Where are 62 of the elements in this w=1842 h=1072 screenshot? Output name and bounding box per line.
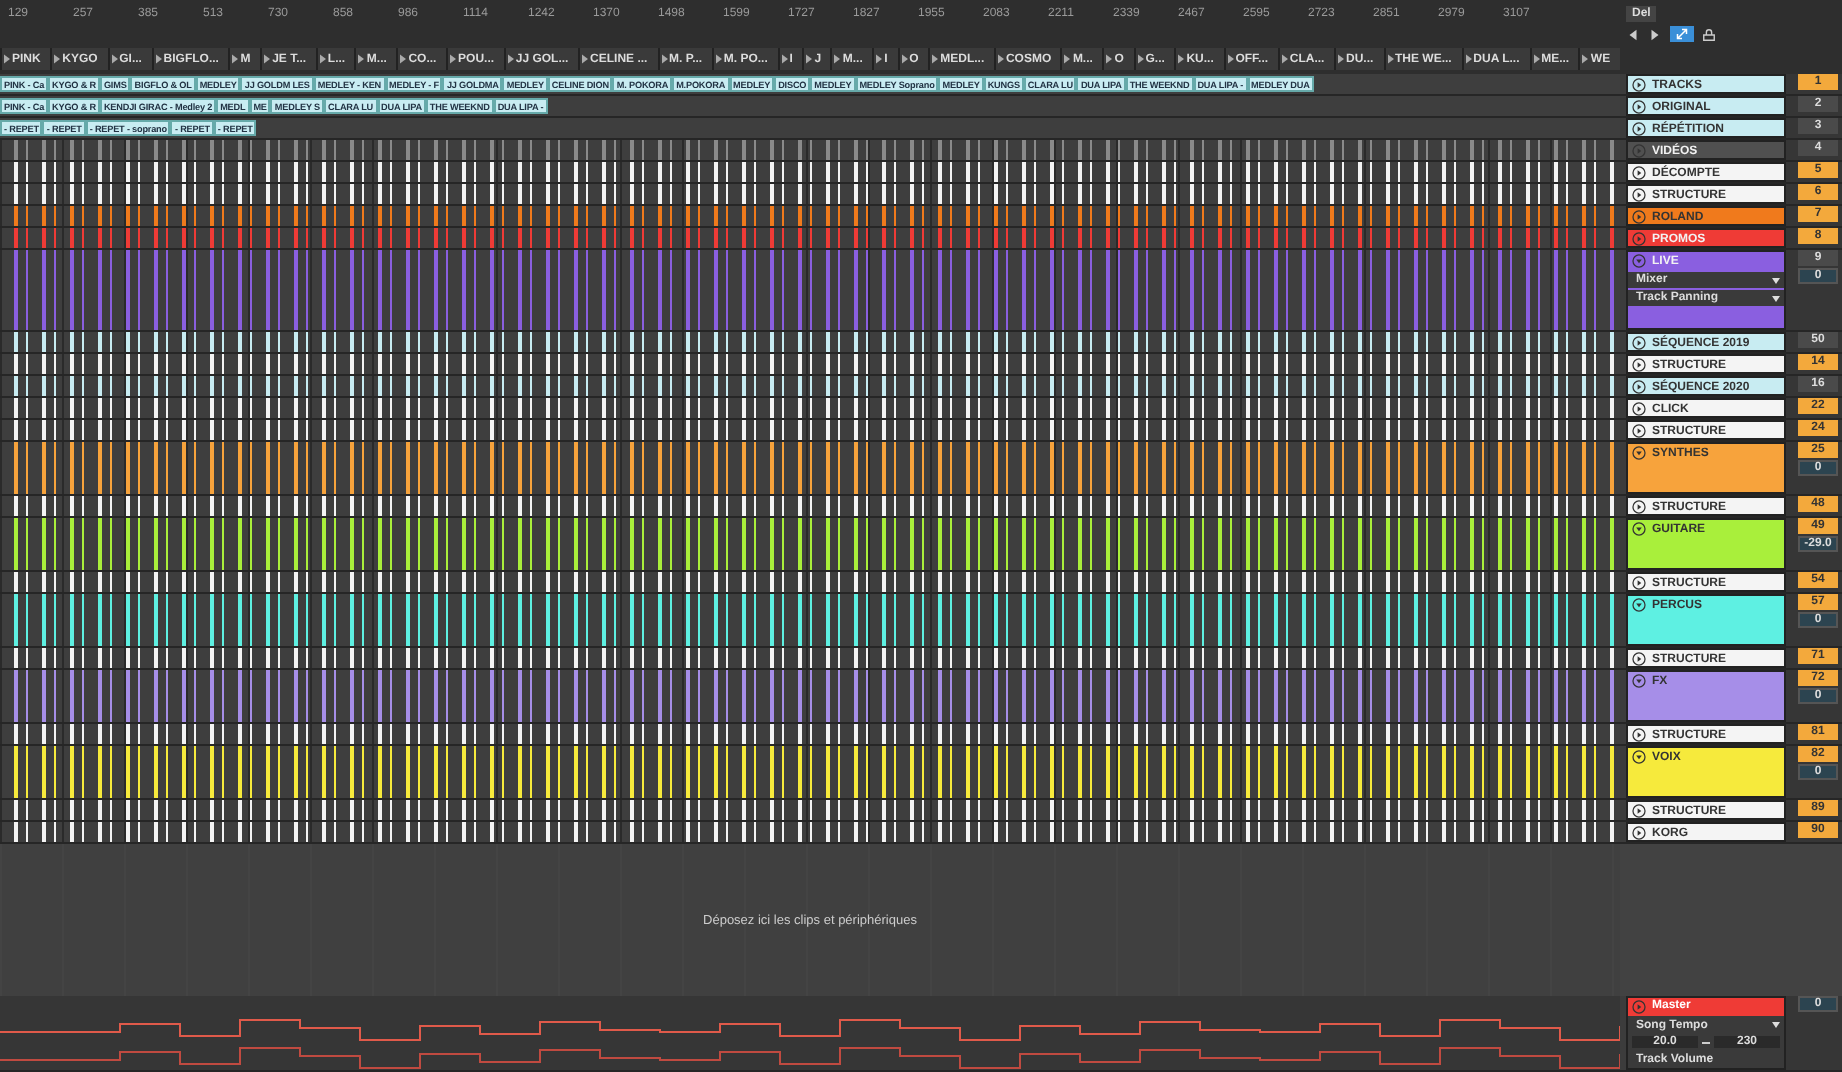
expand-arrow-icon[interactable] bbox=[1632, 522, 1646, 536]
locator-triangle-icon bbox=[54, 54, 61, 64]
locator-triangle-icon bbox=[358, 54, 365, 64]
collapse-arrow-icon[interactable] bbox=[1632, 576, 1646, 590]
collapse-arrow-icon[interactable] bbox=[1632, 500, 1646, 514]
collapse-arrow-icon[interactable] bbox=[1632, 728, 1646, 742]
locator-triangle-icon bbox=[232, 54, 239, 64]
collapse-arrow-icon[interactable] bbox=[1632, 100, 1646, 114]
locator-triangle-icon bbox=[834, 54, 841, 64]
collapse-arrow-icon[interactable] bbox=[1632, 402, 1646, 416]
collapse-arrow-icon[interactable] bbox=[1632, 380, 1646, 394]
locator-triangle-icon bbox=[1178, 54, 1185, 64]
follow-toggle-button[interactable] bbox=[1670, 26, 1694, 42]
locator-triangle-icon bbox=[1582, 54, 1589, 64]
locator-triangle-icon bbox=[1533, 54, 1540, 64]
collapse-arrow-icon[interactable] bbox=[1632, 358, 1646, 372]
expand-arrow-icon[interactable] bbox=[1632, 446, 1646, 460]
locator-triangle-icon bbox=[4, 54, 10, 64]
collapse-arrow-icon[interactable] bbox=[1632, 78, 1646, 92]
right-arrow-icon[interactable] bbox=[1648, 27, 1662, 41]
locator-triangle-icon bbox=[264, 54, 271, 64]
collapse-arrow-icon[interactable] bbox=[1632, 826, 1646, 840]
collapse-arrow-icon[interactable] bbox=[1632, 424, 1646, 438]
caret-icon bbox=[1772, 295, 1780, 301]
locator-triangle-icon bbox=[1387, 54, 1393, 64]
locator-triangle-icon bbox=[582, 54, 589, 64]
lock-icon[interactable] bbox=[1702, 27, 1716, 41]
locator-triangle-icon bbox=[1137, 54, 1144, 64]
expand-arrow-icon[interactable] bbox=[1632, 750, 1646, 764]
locator-triangle-icon bbox=[1281, 54, 1288, 64]
locator-triangle-icon bbox=[806, 54, 813, 64]
locator-triangle-icon bbox=[450, 54, 457, 64]
locator-triangle-icon bbox=[781, 54, 788, 64]
collapse-arrow-icon[interactable] bbox=[1632, 804, 1646, 818]
range-dash-icon bbox=[1702, 1041, 1710, 1044]
locator-triangle-icon bbox=[901, 54, 908, 64]
locator-triangle-icon bbox=[319, 54, 326, 64]
locator-triangle-icon bbox=[1227, 54, 1234, 64]
locator-triangle-icon bbox=[1106, 54, 1113, 64]
expand-arrow-icon[interactable] bbox=[1632, 598, 1646, 612]
locator-triangle-icon bbox=[111, 54, 118, 64]
locator-triangle-icon bbox=[876, 54, 883, 64]
locator-triangle-icon bbox=[997, 54, 1004, 64]
collapse-arrow-icon[interactable] bbox=[1632, 652, 1646, 666]
diagonal-arrows-icon bbox=[1676, 28, 1688, 40]
collapse-arrow-icon[interactable] bbox=[1632, 188, 1646, 202]
locator-triangle-icon bbox=[1338, 54, 1345, 64]
left-arrow-icon[interactable] bbox=[1626, 27, 1640, 41]
caret-icon bbox=[1772, 277, 1780, 283]
locator-triangle-icon bbox=[400, 54, 407, 64]
locator-triangle-icon bbox=[507, 54, 514, 64]
collapse-arrow-icon[interactable] bbox=[1632, 166, 1646, 180]
locator-triangle-icon bbox=[932, 54, 939, 64]
locator-triangle-icon bbox=[1465, 54, 1472, 64]
locator-triangle-icon bbox=[661, 54, 668, 64]
locator-triangle-icon bbox=[155, 54, 162, 64]
caret-icon bbox=[1772, 1022, 1780, 1029]
locator-triangle-icon bbox=[1064, 54, 1071, 64]
collapse-arrow-icon[interactable] bbox=[1632, 122, 1646, 136]
expand-arrow-icon[interactable] bbox=[1632, 674, 1646, 688]
collapse-arrow-icon[interactable] bbox=[1632, 336, 1646, 350]
locator-triangle-icon bbox=[715, 54, 722, 64]
